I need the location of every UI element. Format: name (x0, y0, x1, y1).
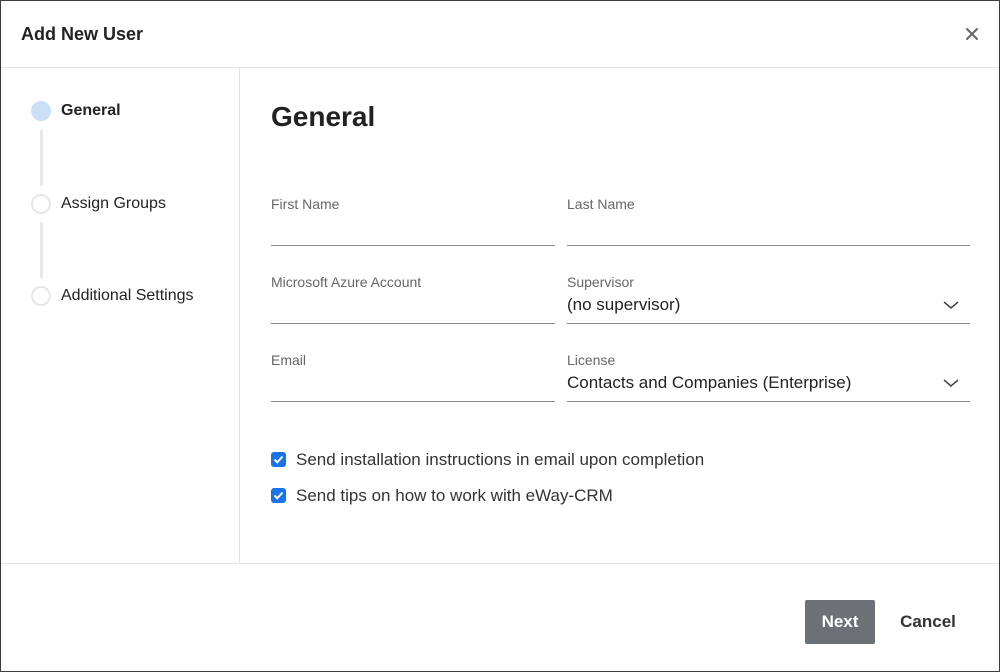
dialog-footer: Next Cancel (1, 563, 999, 671)
field-label: First Name (271, 196, 340, 212)
first-name-input[interactable] (271, 218, 555, 242)
step-label: Assign Groups (61, 195, 166, 212)
last-name-input[interactable] (567, 218, 970, 242)
step-label: Additional Settings (61, 287, 194, 304)
step-indicator-icon (31, 286, 51, 306)
dialog-header: Add New User (1, 1, 999, 68)
checkbox-label: Send tips on how to work with eWay-CRM (296, 486, 613, 505)
field-label: Supervisor (567, 274, 634, 290)
step-label: General (61, 102, 121, 119)
last-name-field[interactable]: Last Name (567, 196, 970, 246)
field-label: License (567, 352, 616, 368)
email-field[interactable]: Email (271, 352, 555, 402)
chevron-down-icon[interactable] (942, 374, 960, 392)
field-label: Email (271, 352, 307, 368)
checkbox-label: Send installation instructions in email … (296, 450, 705, 469)
step-connector (40, 130, 43, 186)
close-icon[interactable] (961, 23, 983, 45)
form-panel: General First Name Last Name Microsoft A… (241, 68, 999, 563)
license-select[interactable]: License Contacts and Companies (Enterpri… (567, 352, 970, 402)
license-value: Contacts and Companies (Enterprise) (567, 373, 852, 392)
dialog-title: Add New User (21, 24, 144, 44)
azure-account-field[interactable]: Microsoft Azure Account (271, 274, 555, 324)
step-connector (40, 222, 43, 278)
step-indicator-icon (31, 101, 51, 121)
add-user-dialog: Add New User General Assign Groups Addit… (0, 0, 1000, 672)
page-title: General (271, 101, 376, 132)
chevron-down-icon[interactable] (942, 296, 960, 314)
wizard-steps: General Assign Groups Additional Setting… (1, 68, 240, 563)
first-name-field[interactable]: First Name (271, 196, 555, 246)
checkbox-checked-icon[interactable] (271, 452, 286, 467)
supervisor-value: (no supervisor) (567, 295, 681, 314)
next-button[interactable]: Next (805, 600, 875, 644)
cancel-button[interactable]: Cancel (893, 600, 963, 644)
checkbox-checked-icon[interactable] (271, 488, 286, 503)
azure-account-input[interactable] (271, 296, 555, 320)
email-input[interactable] (271, 374, 555, 398)
step-indicator-icon (31, 194, 51, 214)
field-label: Microsoft Azure Account (271, 274, 422, 290)
supervisor-select[interactable]: Supervisor (no supervisor) (567, 274, 970, 324)
field-label: Last Name (567, 196, 635, 212)
